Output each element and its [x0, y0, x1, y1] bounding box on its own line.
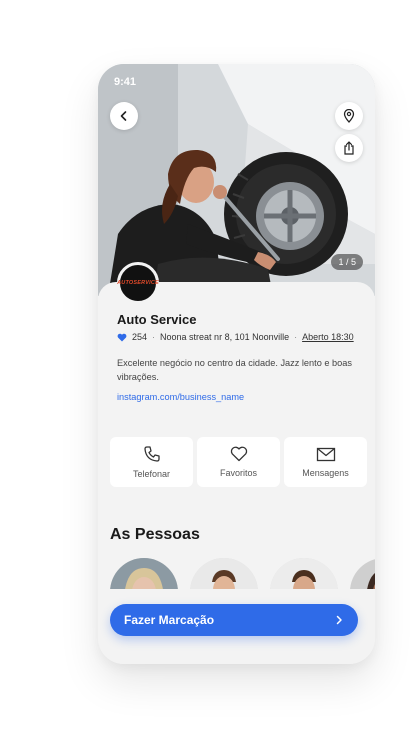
- business-description: Excelente negócio no centro da cidade. J…: [117, 358, 352, 382]
- chevron-right-icon: [336, 615, 342, 625]
- business-meta: 254 · Noona streat nr 8, 101 Noonville ·…: [117, 332, 354, 342]
- heart-filled-icon: [117, 333, 127, 341]
- people-section-title: As Pessoas: [110, 526, 200, 543]
- messages-button[interactable]: Mensagens: [284, 437, 367, 487]
- business-address: Noona streat nr 8, 101 Noonville: [160, 332, 290, 342]
- favorites-button[interactable]: Favoritos: [197, 437, 280, 487]
- likes-count: 254: [132, 332, 148, 342]
- business-name: Auto Service: [117, 312, 197, 327]
- map-pin-icon: [343, 109, 355, 123]
- business-logo: AUTOSERVICE: [117, 262, 159, 304]
- stage: 9:41 1 / 5 AUTOSERVICE Auto Service 254 …: [0, 0, 417, 741]
- opening-hours[interactable]: Aberto 18:30: [302, 332, 354, 342]
- book-appointment-button[interactable]: Fazer Marcação: [110, 604, 358, 636]
- chevron-left-icon: [120, 111, 127, 121]
- mail-icon: [316, 447, 335, 461]
- status-time: 9:41: [114, 76, 137, 88]
- phone-icon: [143, 446, 160, 462]
- heart-icon: [230, 446, 247, 462]
- call-button[interactable]: Telefonar: [110, 437, 193, 487]
- location-button[interactable]: [335, 102, 363, 130]
- share-button[interactable]: [335, 134, 363, 162]
- cta-label: Fazer Marcação: [124, 613, 215, 627]
- logo-text: AUTOSERVICE: [117, 280, 159, 286]
- separator-dot: ·: [294, 332, 298, 342]
- back-button[interactable]: [110, 102, 138, 130]
- messages-label: Mensagens: [302, 467, 349, 478]
- separator-dot: ·: [152, 332, 156, 342]
- instagram-link[interactable]: instagram.com/business_name: [117, 392, 244, 402]
- phone-frame: 9:41 1 / 5 AUTOSERVICE Auto Service 254 …: [98, 64, 375, 664]
- share-icon: [344, 141, 354, 155]
- gallery-counter: 1 / 5: [331, 254, 363, 270]
- action-row: Telefonar Favoritos Mensagens: [110, 437, 367, 487]
- favorites-label: Favoritos: [219, 468, 257, 478]
- call-label: Telefonar: [132, 469, 171, 479]
